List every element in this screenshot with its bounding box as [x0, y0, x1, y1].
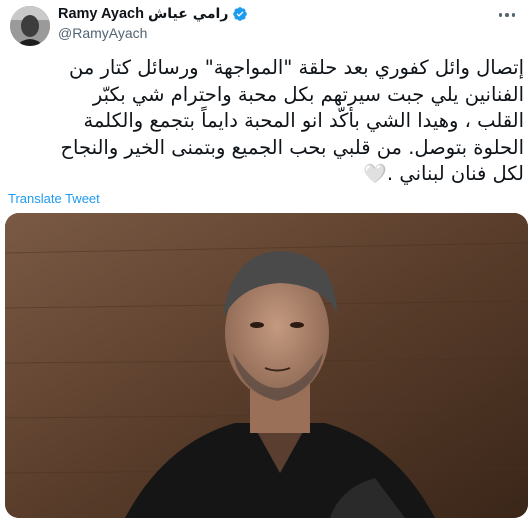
verified-badge-icon — [233, 7, 248, 21]
portrait-photo — [5, 213, 528, 518]
user-handle[interactable]: @RamyAyach — [58, 25, 147, 41]
tweet-card: Ramy Ayach رامي عياش @RamyAyach إتصال وا… — [0, 0, 532, 521]
tweet-text: إتصال وائل كفوري بعد حلقة "المواجهة" ورس… — [8, 55, 524, 188]
more-options-icon[interactable] — [496, 8, 518, 22]
translate-tweet-link[interactable]: Translate Tweet — [8, 191, 100, 206]
white-heart-emoji: 🤍 — [363, 163, 387, 185]
tweet-media-photo[interactable] — [5, 213, 528, 518]
display-name-arabic[interactable]: رامي عياش — [148, 6, 228, 22]
name-row: Ramy Ayach رامي عياش — [58, 6, 248, 22]
avatar[interactable] — [10, 6, 50, 46]
display-name[interactable]: Ramy Ayach — [58, 6, 144, 22]
tweet-body: إتصال وائل كفوري بعد حلقة "المواجهة" ورس… — [60, 56, 524, 185]
avatar-image — [10, 6, 50, 46]
